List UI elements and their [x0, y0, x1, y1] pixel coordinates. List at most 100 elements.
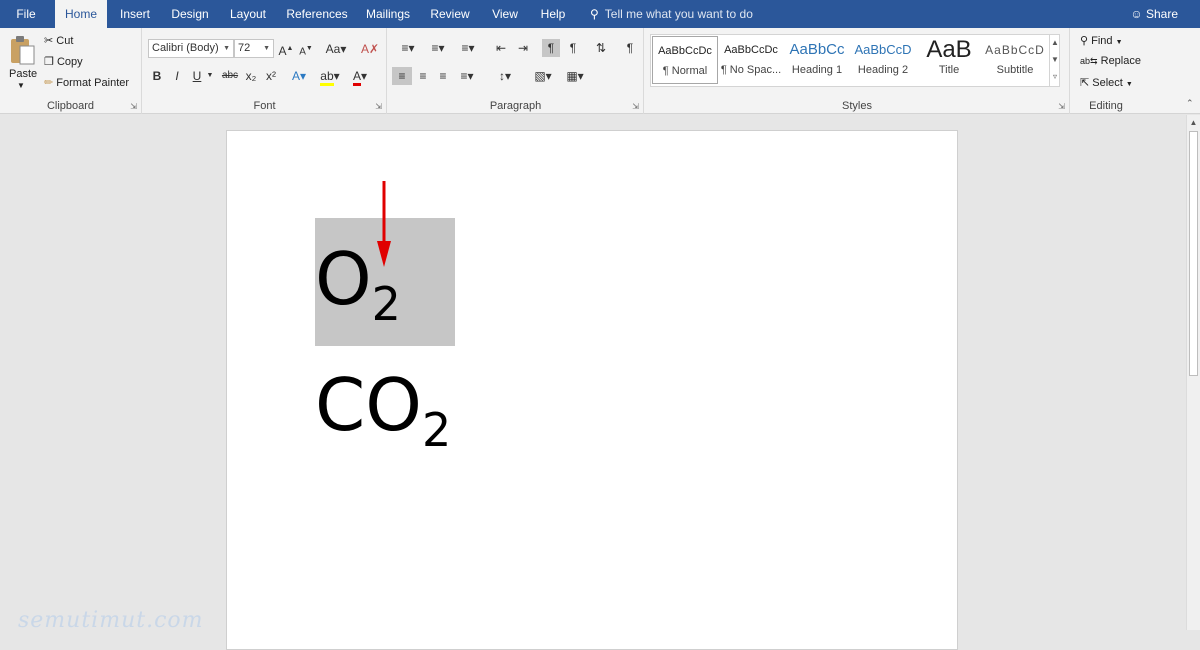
- scroll-thumb[interactable]: [1189, 131, 1198, 376]
- vertical-scrollbar[interactable]: ▲: [1186, 115, 1200, 630]
- cut-label: Cut: [56, 35, 74, 47]
- multilevel-list-icon[interactable]: ≡▾: [454, 39, 482, 57]
- paste-icon[interactable]: [8, 34, 36, 66]
- tab-mailings[interactable]: Mailings: [360, 0, 416, 28]
- superscript-button[interactable]: x²: [263, 67, 279, 85]
- copy-button[interactable]: ❐ Copy: [44, 55, 83, 68]
- cut-button[interactable]: ✂ Cut: [44, 34, 73, 47]
- line-spacing-icon[interactable]: ↕▾: [492, 67, 518, 85]
- style-subtitle[interactable]: AaBbCcD Subtitle: [982, 36, 1048, 84]
- brush-icon: ✏: [44, 77, 54, 89]
- paste-button[interactable]: Paste: [9, 68, 37, 80]
- bold-button[interactable]: B: [150, 67, 164, 85]
- style-heading-2[interactable]: AaBbCcD Heading 2: [850, 36, 916, 84]
- shading-icon[interactable]: ▧▾: [530, 67, 556, 85]
- editing-label: Editing: [1089, 100, 1123, 112]
- align-left-icon[interactable]: ≡: [392, 67, 412, 85]
- styles-label: Styles: [842, 100, 872, 112]
- text-effects-icon[interactable]: A▾: [289, 67, 309, 85]
- pilcrow-icon[interactable]: ¶: [622, 39, 638, 57]
- collapse-ribbon-icon[interactable]: ⌃: [1186, 98, 1194, 109]
- replace-button[interactable]: ab⇆ Replace: [1080, 55, 1141, 67]
- formula-subscript: 2: [371, 277, 401, 331]
- style-name: ¶ Normal: [662, 65, 708, 77]
- paragraph-launcher-icon[interactable]: ⇲: [632, 102, 639, 111]
- decrease-indent-icon[interactable]: ⇤: [492, 39, 510, 57]
- ltr-icon[interactable]: ¶: [542, 39, 560, 57]
- chevron-down-icon: ▼: [223, 45, 230, 52]
- tab-view[interactable]: View: [484, 0, 526, 28]
- font-family-select[interactable]: Calibri (Body) ▼: [148, 39, 234, 58]
- font-size-select[interactable]: 72 ▼: [234, 39, 274, 58]
- tab-review[interactable]: Review: [426, 0, 474, 28]
- font-launcher-icon[interactable]: ⇲: [375, 102, 382, 111]
- tab-file[interactable]: File: [6, 0, 46, 28]
- subscript-button[interactable]: x₂: [243, 67, 259, 85]
- formula-subscript: 2: [421, 403, 452, 457]
- highlight-icon[interactable]: ab▾: [319, 67, 341, 86]
- annotation-arrow: [377, 181, 391, 267]
- tab-layout[interactable]: Layout: [222, 0, 274, 28]
- align-center-icon[interactable]: ≡: [414, 67, 432, 85]
- rtl-icon[interactable]: ¶: [564, 39, 582, 57]
- formula-main: CO: [315, 363, 422, 447]
- watermark: semutimut.com: [18, 608, 204, 633]
- clear-formatting-icon[interactable]: A✗: [361, 40, 379, 58]
- paragraph-group: ≡▾ ≡▾ ≡▾ ⇤ ⇥ ¶ ¶ ⇅ ¶ ≡ ≡ ≡ ≡▾ ↕▾ ▧▾ ▦▾ P…: [388, 28, 644, 114]
- change-case-icon[interactable]: Aa▾: [323, 40, 349, 58]
- share-button[interactable]: ☺ Share: [1130, 0, 1178, 28]
- sort-icon[interactable]: ⇅: [592, 39, 610, 57]
- replace-icon: ab⇆: [1080, 56, 1098, 66]
- underline-dropdown-icon[interactable]: ▼: [206, 67, 214, 85]
- format-painter-label: Format Painter: [56, 77, 130, 89]
- cursor-icon: ⇱: [1080, 77, 1090, 89]
- styles-group: AaBbCcDc ¶ Normal AaBbCcDc ¶ No Spac... …: [645, 28, 1070, 114]
- italic-button[interactable]: I: [170, 67, 184, 85]
- strikethrough-button[interactable]: abc: [219, 67, 241, 85]
- style-preview: AaBbCc: [789, 41, 845, 58]
- font-color-icon[interactable]: A▾: [349, 67, 371, 86]
- justify-icon[interactable]: ≡▾: [454, 67, 480, 85]
- bullets-icon[interactable]: ≡▾: [394, 39, 422, 57]
- font-size-value: 72: [238, 42, 251, 54]
- style-title[interactable]: AaB Title: [916, 36, 982, 84]
- styles-launcher-icon[interactable]: ⇲: [1058, 102, 1065, 111]
- increase-indent-icon[interactable]: ⇥: [514, 39, 532, 57]
- style-normal[interactable]: AaBbCcDc ¶ Normal: [652, 36, 718, 84]
- grow-font-icon[interactable]: A▲: [278, 40, 294, 58]
- style-name: Title: [938, 64, 960, 76]
- numbering-icon[interactable]: ≡▾: [424, 39, 452, 57]
- align-right-icon[interactable]: ≡: [434, 67, 452, 85]
- style-preview: AaBbCcD: [985, 43, 1045, 57]
- formula-carbon-dioxide[interactable]: CO2: [315, 369, 451, 453]
- format-painter-button[interactable]: ✏ Format Painter: [44, 76, 129, 89]
- tab-help[interactable]: Help: [534, 0, 572, 28]
- tab-references[interactable]: References: [282, 0, 352, 28]
- select-button[interactable]: ⇱ Select ▼: [1080, 76, 1133, 89]
- style-name: Heading 1: [791, 64, 843, 76]
- document-page[interactable]: O2 CO2: [226, 130, 958, 650]
- formula-main: O: [315, 237, 372, 321]
- tell-me-text: Tell me what you want to do: [604, 7, 753, 21]
- tell-me-box[interactable]: ⚲ Tell me what you want to do: [590, 0, 753, 28]
- shrink-font-icon[interactable]: A▼: [298, 40, 314, 58]
- find-button[interactable]: ⚲ Find ▼: [1080, 34, 1123, 47]
- font-group: Calibri (Body) ▼ 72 ▼ A▲ A▼ Aa▾ A✗ B I U ▼…: [143, 28, 387, 114]
- clipboard-launcher-icon[interactable]: ⇲: [130, 102, 137, 111]
- font-family-value: Calibri (Body): [152, 42, 219, 54]
- styles-scroll[interactable]: ▲ ▼ ▿: [1049, 34, 1060, 87]
- borders-icon[interactable]: ▦▾: [562, 67, 588, 85]
- tab-design[interactable]: Design: [166, 0, 214, 28]
- clipboard-group: Paste ▼ ✂ Cut ❐ Copy ✏ Format Painter Cl…: [0, 28, 142, 114]
- copy-label: Copy: [56, 56, 83, 68]
- underline-button[interactable]: U: [190, 67, 204, 85]
- style-preview: AaBbCcDc: [658, 45, 712, 57]
- style-no-spacing[interactable]: AaBbCcDc ¶ No Spac...: [718, 36, 784, 84]
- tab-home[interactable]: Home: [55, 0, 107, 28]
- tab-insert[interactable]: Insert: [114, 0, 156, 28]
- scroll-up-icon[interactable]: ▲: [1187, 115, 1200, 130]
- paste-dropdown-icon[interactable]: ▼: [17, 81, 25, 90]
- style-name: Heading 2: [857, 64, 909, 76]
- style-preview: AaBbCcDc: [724, 44, 778, 56]
- style-heading-1[interactable]: AaBbCc Heading 1: [784, 36, 850, 84]
